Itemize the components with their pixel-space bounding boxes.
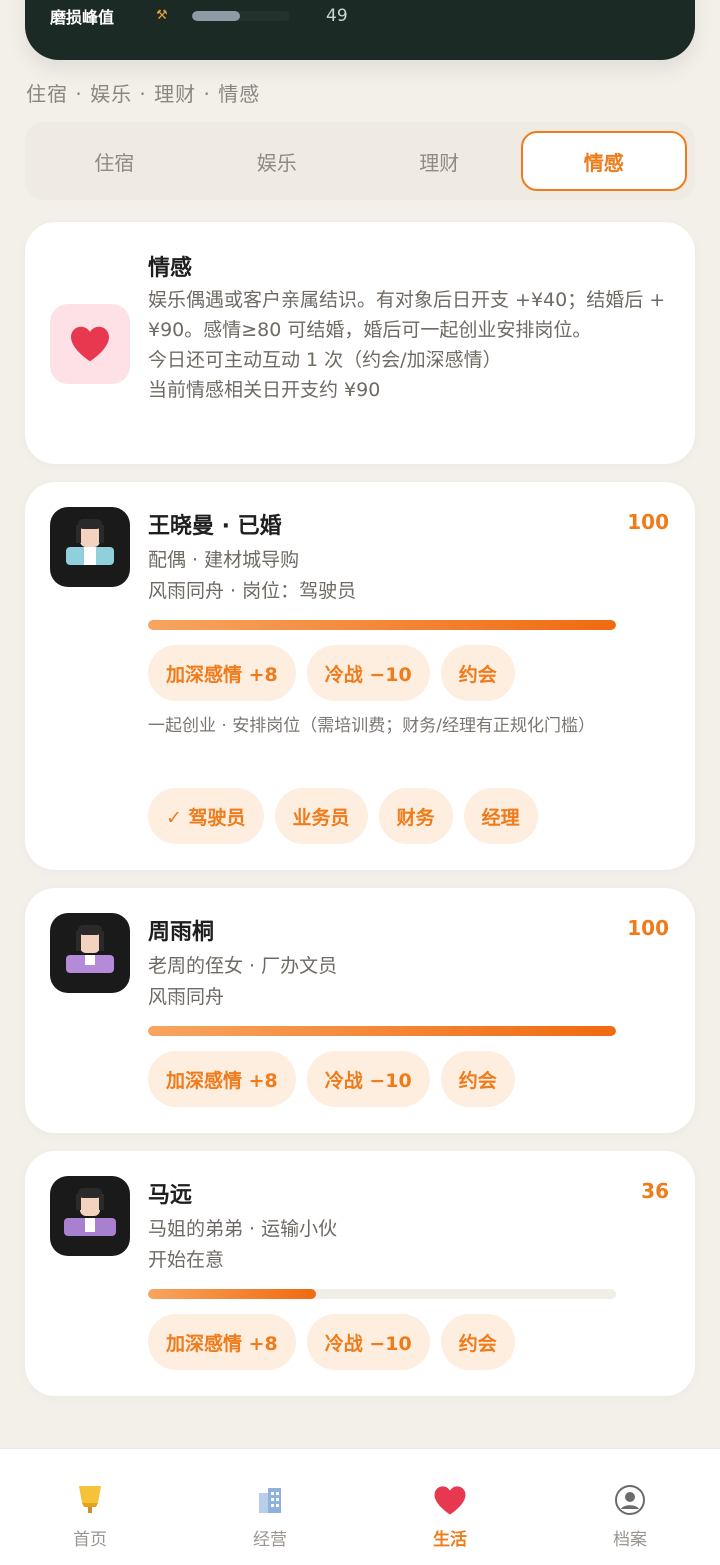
person-relation: 老周的侄女 · 厂办文员 — [148, 955, 338, 977]
person-name: 周雨桐 — [148, 920, 215, 945]
cold-war-button[interactable]: 冷战 −10 — [306, 645, 430, 701]
wear-peak-row: 磨损峰值 ⚒ 49 — [50, 4, 348, 28]
info-line-expense: 当前情感相关日开支约 ¥90 — [148, 379, 381, 401]
wear-progress-bar — [192, 11, 290, 21]
nav-profile-label: 档案 — [613, 1530, 647, 1550]
building-icon — [253, 1483, 287, 1517]
cold-war-button[interactable]: 冷战 −10 — [306, 1314, 430, 1370]
deepen-button[interactable]: 加深感情 +8 — [148, 1051, 296, 1107]
affection-bar-fill — [148, 1026, 616, 1036]
job-finance-button[interactable]: 财务 — [378, 788, 453, 844]
business-note: 一起创业 · 安排岗位（需培训费；财务/经理有正规化门槛） — [148, 716, 595, 736]
bottom-navigation: 首页 经营 生活 档案 — [0, 1448, 720, 1565]
profile-icon — [613, 1483, 647, 1517]
person-card: 王晓曼 · 已婚 100 配偶 · 建材城导购 风雨同舟 · 岗位：驾驶员 加深… — [25, 482, 695, 870]
wear-peak-value: 49 — [326, 6, 348, 26]
deepen-button[interactable]: 加深感情 +8 — [148, 1314, 296, 1370]
date-button[interactable]: 约会 — [440, 1314, 515, 1370]
cold-war-button[interactable]: 冷战 −10 — [306, 1051, 430, 1107]
affection-bar — [148, 1289, 616, 1299]
interaction-actions: 加深感情 +8 冷战 −10 约会 — [148, 645, 515, 701]
wear-progress-fill — [192, 11, 241, 21]
nav-business-label: 经营 — [253, 1530, 287, 1550]
person-relation: 配偶 · 建材城导购 — [148, 549, 300, 571]
affection-bar-fill — [148, 620, 616, 630]
deepen-button[interactable]: 加深感情 +8 — [148, 645, 296, 701]
person-relation: 马姐的弟弟 · 运输小伙 — [148, 1218, 338, 1240]
job-sales-button[interactable]: 业务员 — [274, 788, 368, 844]
home-icon — [73, 1483, 107, 1517]
person-status: 开始在意 — [148, 1249, 225, 1271]
interaction-actions: 加深感情 +8 冷战 −10 约会 — [148, 1314, 515, 1370]
wear-peak-label: 磨损峰值 — [50, 8, 115, 27]
job-driver-button[interactable]: ✓ 驾驶员 — [148, 788, 264, 844]
nav-business[interactable]: 经营 — [180, 1449, 360, 1565]
affection-score: 100 — [627, 510, 669, 534]
nav-profile[interactable]: 档案 — [540, 1449, 720, 1565]
affection-bar — [148, 1026, 616, 1036]
nav-life-label: 生活 — [433, 1530, 467, 1550]
affection-bar — [148, 620, 616, 630]
avatar[interactable] — [50, 913, 130, 993]
info-description: 娱乐偶遇或客户亲属结识。有对象后日开支 +¥40；结婚后 +¥90。感情≥80 … — [148, 285, 668, 405]
info-line-remaining: 今日还可主动互动 1 次（约会/加深感情） — [148, 349, 502, 371]
person-name: 王晓曼 · 已婚 — [148, 514, 282, 539]
job-options: ✓ 驾驶员 业务员 财务 经理 — [148, 788, 538, 844]
wrench-icon: ⚒ — [156, 8, 168, 23]
tab-finance[interactable]: 理财 — [358, 131, 521, 191]
date-button[interactable]: 约会 — [440, 645, 515, 701]
job-manager-button[interactable]: 经理 — [463, 788, 538, 844]
emotion-info-card: 情感 娱乐偶遇或客户亲属结识。有对象后日开支 +¥40；结婚后 +¥90。感情≥… — [25, 222, 695, 464]
tab-lodging[interactable]: 住宿 — [33, 131, 196, 191]
tab-entertainment[interactable]: 娱乐 — [196, 131, 359, 191]
tab-emotion[interactable]: 情感 — [520, 131, 687, 191]
avatar[interactable] — [50, 507, 130, 587]
person-card: 周雨桐 100 老周的侄女 · 厂办文员 风雨同舟 加深感情 +8 冷战 −10… — [25, 888, 695, 1133]
breadcrumb: 住宿 · 娱乐 · 理财 · 情感 — [26, 82, 261, 106]
heart-icon — [433, 1483, 467, 1517]
nav-home-label: 首页 — [73, 1530, 107, 1550]
interaction-actions: 加深感情 +8 冷战 −10 约会 — [148, 1051, 515, 1107]
person-status: 风雨同舟 · 岗位：驾驶员 — [148, 580, 357, 602]
affection-bar-fill — [148, 1289, 317, 1299]
person-name: 马远 — [148, 1183, 193, 1208]
info-line-rules: 娱乐偶遇或客户亲属结识。有对象后日开支 +¥40；结婚后 +¥90。感情≥80 … — [148, 289, 666, 341]
nav-life[interactable]: 生活 — [360, 1449, 540, 1565]
affection-score: 100 — [627, 916, 669, 940]
nav-home[interactable]: 首页 — [0, 1449, 180, 1565]
info-title: 情感 — [148, 256, 193, 281]
avatar[interactable] — [50, 1176, 130, 1256]
date-button[interactable]: 约会 — [440, 1051, 515, 1107]
category-tabs: 住宿 娱乐 理财 情感 — [25, 122, 695, 200]
person-status: 风雨同舟 — [148, 986, 225, 1008]
heart-icon — [50, 304, 130, 384]
affection-score: 36 — [641, 1179, 669, 1203]
person-card: 马远 36 马姐的弟弟 · 运输小伙 开始在意 加深感情 +8 冷战 −10 约… — [25, 1151, 695, 1396]
